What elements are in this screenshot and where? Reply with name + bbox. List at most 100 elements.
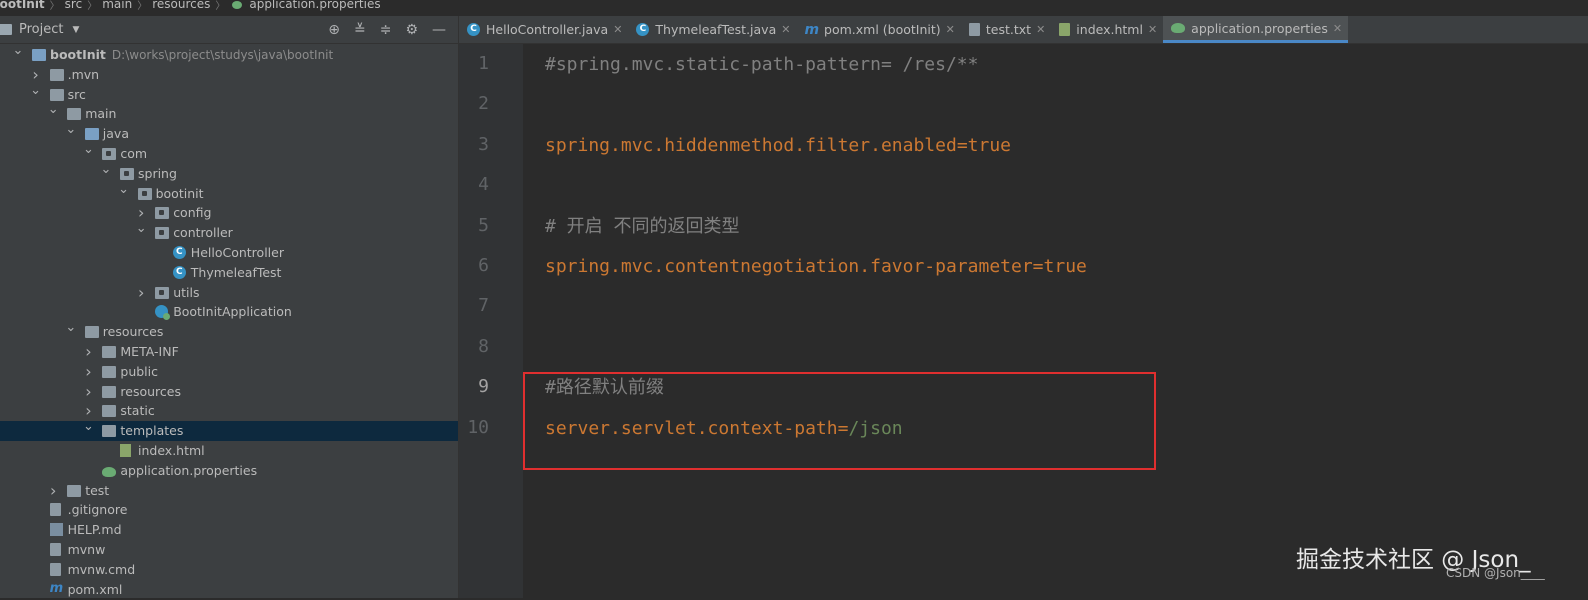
chevron-right-icon[interactable]: › [82, 362, 94, 382]
breadcrumb: bootInit 〉 src 〉 main 〉 resources 〉 appl… [0, 0, 470, 12]
line-number: 6 [478, 255, 489, 276]
html-file-icon [1059, 23, 1071, 36]
chevron-down-icon[interactable]: ⌄ [82, 420, 94, 441]
breadcrumb-item[interactable]: application.properties [246, 0, 383, 11]
source-folder-icon [84, 128, 99, 141]
chevron-down-icon[interactable]: ⌄ [82, 143, 94, 164]
gear-icon[interactable]: ⚙ [405, 22, 418, 38]
breadcrumb-item[interactable]: src [62, 0, 86, 11]
code-token: spring.mvc.hiddenmethod.filter.enabled [545, 134, 957, 156]
chevron-right-icon[interactable]: › [30, 65, 42, 85]
tree-item-label: src [67, 86, 86, 102]
editor-tab[interactable]: HelloController.java ✕ [459, 16, 628, 43]
chevron-down-icon[interactable]: ⌄ [30, 84, 42, 105]
chevron-down-icon[interactable]: ⌄ [135, 222, 147, 243]
hide-icon[interactable]: — [432, 22, 446, 38]
project-icon [0, 24, 12, 35]
tree-item[interactable]: application.properties [0, 461, 458, 481]
expand-all-icon[interactable]: ≚ [354, 22, 366, 38]
editor-tab-label: HelloController.java [486, 22, 609, 37]
project-path: D:\works\project\studys\java\bootInit [111, 48, 334, 62]
chevron-down-icon[interactable]: ▼ [72, 25, 79, 35]
tree-item[interactable]: ⌄ com [0, 143, 458, 164]
tree-item[interactable]: ⌄ controller [0, 222, 458, 243]
tree-item-label: config [173, 205, 212, 221]
tree-item[interactable]: ⌄ java [0, 123, 458, 144]
tree-item[interactable]: › test [0, 481, 458, 501]
tree-item[interactable]: index.html [0, 441, 458, 461]
chevron-right-icon[interactable]: › [47, 481, 59, 501]
chevron-right-icon[interactable]: › [82, 382, 94, 402]
folder-icon [102, 425, 117, 438]
tree-item[interactable]: › .mvn [0, 65, 458, 85]
folder-icon [102, 385, 117, 398]
chevron-down-icon[interactable]: ⌄ [100, 163, 112, 184]
file-icon [49, 503, 61, 517]
editor-tab-label: ThymeleafTest.java [655, 22, 777, 37]
tree-item[interactable]: › config [0, 203, 458, 223]
line-number: 1 [478, 53, 489, 74]
close-icon[interactable]: ✕ [781, 23, 790, 36]
tree-item-label: bootinit [155, 185, 204, 201]
code-token: # 开启 不同的返回类型 [545, 215, 740, 237]
folder-icon [102, 365, 117, 378]
folder-icon [102, 346, 117, 358]
editor-tab[interactable]: ThymeleafTest.java ✕ [628, 16, 796, 43]
tree-item[interactable]: ⌄ resources [0, 321, 458, 342]
code-token: true [1043, 256, 1087, 277]
tree-item-label: HELP.md [67, 522, 122, 538]
editor-tab[interactable]: m pom.xml (bootInit) ✕ [796, 16, 960, 43]
line-number: 5 [478, 214, 489, 236]
tree-item-label: spring [138, 165, 177, 181]
editor-tab[interactable]: index.html ✕ [1051, 16, 1163, 43]
breadcrumb-item[interactable]: bootInit [0, 0, 48, 11]
chevron-down-icon[interactable]: ⌄ [12, 44, 24, 65]
target-icon[interactable]: ⊕ [328, 22, 340, 38]
close-icon[interactable]: ✕ [1148, 23, 1157, 36]
tree-item[interactable]: › resources [0, 382, 458, 402]
tree-item[interactable]: › utils [0, 283, 458, 303]
editor-tab[interactable]: application.properties ✕ [1163, 16, 1349, 43]
properties-file-icon [1171, 23, 1186, 33]
java-class-icon [172, 246, 186, 259]
breadcrumb-item[interactable]: resources [149, 0, 213, 11]
tree-item[interactable]: ⌄ bootInit D:\works\project\studys\java\bo… [0, 44, 458, 65]
chevron-down-icon[interactable]: ⌄ [65, 321, 77, 342]
tree-item[interactable]: mvnw.cmd [0, 560, 458, 580]
chevron-right-icon[interactable]: › [135, 283, 147, 303]
tree-item[interactable]: ⌄ bootinit [0, 183, 458, 204]
editor-tab[interactable]: test.txt ✕ [961, 16, 1051, 43]
code-line: spring.mvc.hiddenmethod.filter.enabled=t… [545, 134, 1011, 158]
editor-tab-label: test.txt [985, 22, 1032, 37]
file-icon [49, 543, 61, 556]
line-number: 3 [478, 133, 489, 155]
tree-item[interactable]: m pom.xml [0, 580, 458, 600]
project-view-selector[interactable]: Project [19, 22, 63, 37]
tree-item[interactable]: HELP.md [0, 520, 458, 540]
chevron-right-icon[interactable]: › [82, 342, 94, 362]
tree-item-label: HelloController [190, 245, 284, 260]
close-icon[interactable]: ✕ [613, 23, 622, 36]
breadcrumb-item[interactable]: main [99, 0, 135, 11]
chevron-down-icon[interactable]: ⌄ [47, 103, 59, 124]
collapse-all-icon[interactable]: ≑ [380, 22, 392, 38]
code-editor[interactable]: #spring.mvc.static-path-pattern= /res/**… [523, 44, 1588, 598]
code-token: true [967, 134, 1012, 156]
tree-item[interactable]: .gitignore [0, 500, 458, 520]
tree-item[interactable]: ⌄ templates [0, 420, 458, 442]
tree-item[interactable]: ThymeleafTest [0, 263, 458, 283]
close-icon[interactable]: ✕ [1333, 22, 1342, 35]
tree-item[interactable]: ⌄ spring [0, 163, 458, 184]
tree-item[interactable]: mvnw [0, 540, 458, 560]
tree-item[interactable]: › META-INF [0, 342, 458, 362]
tree-item-label: test [85, 482, 110, 498]
maven-icon: m [49, 580, 64, 596]
tree-item[interactable]: ⌄ src [0, 84, 458, 105]
chevron-down-icon[interactable]: ⌄ [118, 183, 130, 204]
close-icon[interactable]: ✕ [1036, 23, 1045, 36]
chevron-down-icon[interactable]: ⌄ [65, 123, 77, 144]
tree-item[interactable]: HelloController [0, 243, 458, 263]
close-icon[interactable]: ✕ [946, 23, 955, 36]
tree-item[interactable]: › static [0, 401, 458, 421]
tree-item[interactable]: › public [0, 362, 458, 382]
